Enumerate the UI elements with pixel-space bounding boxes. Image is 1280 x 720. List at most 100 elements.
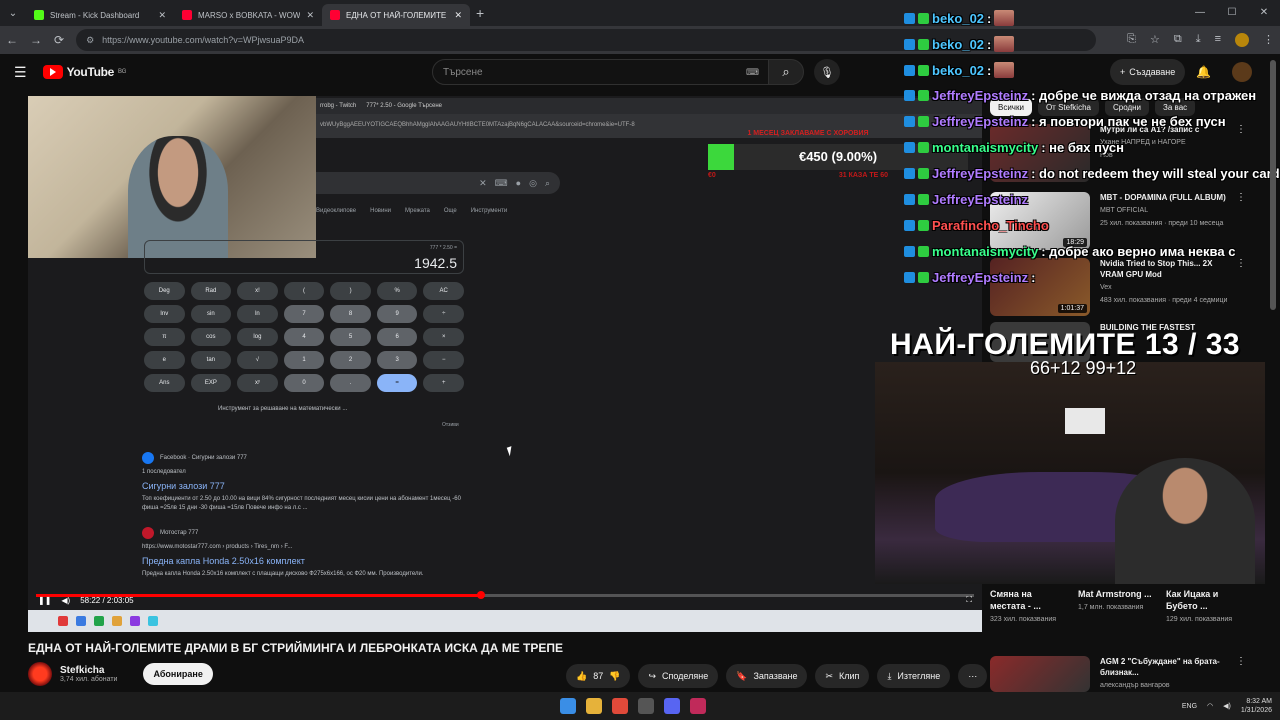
video-player[interactable]: rrobg - Twitch 777* 2.50 - Google Търсен… xyxy=(28,96,982,632)
more-options-icon[interactable]: ⋮ xyxy=(1236,192,1246,203)
chrome-icon[interactable] xyxy=(612,698,628,714)
save-button[interactable]: 🔖 Запазване xyxy=(726,664,808,688)
chat-text: : добре че виждa отзад на отражен xyxy=(1031,88,1257,103)
voice-search-button[interactable]: 🎙 xyxy=(814,59,840,85)
app-icon[interactable] xyxy=(690,698,706,714)
pause-icon[interactable]: ❚❚ xyxy=(38,596,51,605)
subscribe-button[interactable]: Абониране xyxy=(143,663,213,685)
channel-avatar[interactable] xyxy=(28,662,52,686)
browser-tab-1[interactable]: Stream - Kick Dashboard ✕ xyxy=(26,4,174,26)
notifications-bell-icon[interactable]: 🔔 xyxy=(1196,65,1211,79)
short-item[interactable]: Mat Armstrong ... 1,7 млн. показвания xyxy=(1078,588,1152,625)
recommended-video[interactable]: AGM 2 "Събуждане" на брата-близнак... ал… xyxy=(990,656,1246,692)
calc-key: Rad xyxy=(190,282,232,300)
short-item[interactable]: Смяна на местата - ... 323 хил. показван… xyxy=(990,588,1064,625)
forward-icon[interactable]: → xyxy=(30,33,42,47)
more-options-icon[interactable]: ⋮ xyxy=(1236,124,1246,135)
clip-button[interactable]: ✂ Клип xyxy=(815,664,870,688)
lens-icon: ◎ xyxy=(529,177,537,188)
close-icon[interactable]: ✕ xyxy=(306,10,314,21)
keyboard-icon[interactable]: ⌨ xyxy=(746,67,759,78)
share-button[interactable]: ↪ Споделяне xyxy=(638,664,719,688)
browser-tab-2[interactable]: MARSO x BOBKATA - WOW (O ✕ xyxy=(174,4,322,26)
download-icon[interactable]: ⤓ xyxy=(1196,33,1201,47)
volume-icon[interactable]: ◀) xyxy=(1223,702,1231,710)
short-views: 129 хил. показвания xyxy=(1166,616,1233,623)
app-icon xyxy=(76,616,86,626)
subscriber-count: 3,74 хил. абонати xyxy=(60,676,118,683)
create-button[interactable]: + Създаване xyxy=(1110,59,1186,85)
share-icon: ↪ xyxy=(648,670,656,681)
language-indicator[interactable]: ENG xyxy=(1182,703,1197,710)
wifi-icon[interactable]: ◠ xyxy=(1207,702,1213,710)
goal-subtext: 66+12 99+12 xyxy=(1030,358,1137,378)
badge-icon xyxy=(904,272,915,283)
hamburger-menu-icon[interactable]: ☰ xyxy=(14,64,27,81)
youtube-icon xyxy=(330,10,340,20)
new-tab-button[interactable]: + xyxy=(476,5,484,21)
clock[interactable]: 8:32 AM 1/31/2026 xyxy=(1241,697,1272,715)
short-views: 1,7 млн. показвания xyxy=(1078,604,1144,611)
back-icon[interactable]: ← xyxy=(6,33,18,47)
page-scrollbar[interactable] xyxy=(1270,60,1276,310)
site-info-icon[interactable]: ⚙ xyxy=(86,35,94,46)
calc-key: 5 xyxy=(330,328,371,346)
calc-key: ln xyxy=(237,305,278,323)
bookmark-star-icon[interactable]: ☆ xyxy=(1150,33,1160,47)
download-button[interactable]: ⤓ Изтегляне xyxy=(877,664,951,688)
kick-icon xyxy=(34,10,44,20)
streamer-figure xyxy=(1115,458,1255,584)
search-button[interactable]: ⌕ xyxy=(768,59,804,85)
save-label: Запазване xyxy=(753,671,798,681)
calc-key: 1 xyxy=(283,351,325,369)
volume-icon[interactable]: ◀) xyxy=(61,596,70,605)
thumbs-down-icon[interactable]: 👎 xyxy=(609,671,620,682)
obs-icon[interactable] xyxy=(638,698,654,714)
like-button[interactable]: 👍 87 👎 xyxy=(566,664,631,688)
discord-icon[interactable] xyxy=(664,698,680,714)
recommended-video[interactable]: 1:01:37 Nvidia Tried to Stop This... 2X … xyxy=(990,258,1246,318)
close-window-icon[interactable]: ✕ xyxy=(1248,0,1280,26)
short-item[interactable]: Как Ицака и Бубето ... 129 хил. показван… xyxy=(1166,588,1240,625)
logo-text: YouTube xyxy=(66,65,115,79)
more-options-icon[interactable]: ⋮ xyxy=(1236,258,1246,269)
rec-channel: Vex xyxy=(1100,284,1112,291)
chat-message: beko_02: xyxy=(904,62,1015,78)
extensions-icon[interactable]: ⧉ xyxy=(1174,33,1182,47)
badge-icon xyxy=(904,246,915,257)
channel-name[interactable]: Stefkicha xyxy=(60,665,117,676)
file-explorer-icon[interactable] xyxy=(586,698,602,714)
result-sub: https://www.motostar777.com › products ›… xyxy=(142,544,293,550)
tab-search-icon[interactable]: ⌄ xyxy=(0,0,26,26)
fullscreen-icon[interactable]: ⛶ xyxy=(966,595,972,605)
result-snippet: Предна капла Honda 2.50x16 комплект с пл… xyxy=(142,571,424,577)
cast-icon[interactable]: ⎘ xyxy=(1127,33,1136,47)
chat-username: JeffreyEpsteinz xyxy=(932,192,1029,207)
reload-icon[interactable]: ⟳ xyxy=(54,33,64,47)
chat-text: : xyxy=(987,10,992,26)
calc-key: 7 xyxy=(283,305,325,323)
calc-key: 3 xyxy=(376,351,418,369)
playlist-icon[interactable]: ≡ xyxy=(1215,33,1221,47)
emote-icon xyxy=(994,10,1015,26)
browser-tab-3[interactable]: ЕДНА ОТ НАЙ-ГОЛЕМИТЕ ✕ xyxy=(322,4,470,26)
maximize-icon[interactable]: ☐ xyxy=(1216,0,1248,26)
rec-stats: 25 хил. показвания · преди 10 месеца xyxy=(1100,220,1224,227)
windows-start-icon[interactable] xyxy=(560,698,576,714)
menu-icon[interactable]: ⋮ xyxy=(1263,33,1274,47)
calc-key: × xyxy=(423,328,464,346)
search-input[interactable]: Търсене ⌨ xyxy=(432,59,770,85)
profile-avatar[interactable] xyxy=(1235,33,1249,47)
bookmark-icon: 🔖 xyxy=(736,670,748,681)
more-actions-button[interactable]: ⋯ xyxy=(958,664,988,688)
youtube-logo[interactable]: YouTube BG xyxy=(42,65,126,79)
minimize-icon[interactable]: — xyxy=(1184,0,1216,26)
toolbar-icons: ⎘ ☆ ⧉ ⤓ ≡ ⋮ xyxy=(1127,33,1274,47)
account-avatar[interactable] xyxy=(1232,62,1252,82)
close-icon[interactable]: ✕ xyxy=(454,10,462,21)
like-count: 87 xyxy=(593,671,604,681)
download-label: Изтегляне xyxy=(897,671,941,681)
close-icon[interactable]: ✕ xyxy=(158,10,166,21)
calc-key: √ xyxy=(237,351,278,369)
more-options-icon[interactable]: ⋮ xyxy=(1236,656,1246,667)
